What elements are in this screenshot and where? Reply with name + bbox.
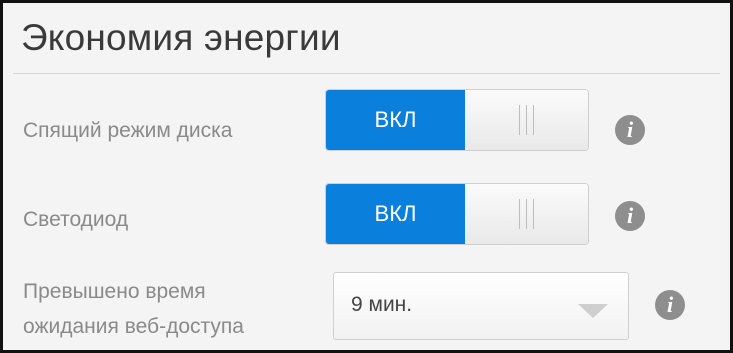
info-icon[interactable]: i bbox=[615, 115, 645, 145]
disk-sleep-label: Спящий режим диска bbox=[23, 119, 233, 142]
web-timeout-select[interactable]: 9 мин. bbox=[333, 272, 629, 340]
info-icon[interactable]: i bbox=[655, 290, 685, 320]
selected-value: 9 мин. bbox=[351, 293, 413, 316]
toggle-on-state[interactable]: ВКЛ bbox=[326, 90, 465, 150]
grip-lines-icon[interactable] bbox=[465, 90, 588, 150]
led-label: Светодиод bbox=[23, 208, 129, 231]
toggle-on-state[interactable]: ВКЛ bbox=[326, 184, 465, 244]
info-icon[interactable]: i bbox=[615, 201, 645, 231]
web-timeout-label-line2: ожидания веб-доступа bbox=[23, 315, 244, 338]
web-timeout-label-line1: Превышено время bbox=[23, 280, 206, 303]
disk-sleep-toggle[interactable]: ВКЛ bbox=[325, 89, 589, 151]
grip-lines-icon[interactable] bbox=[465, 184, 588, 244]
chevron-down-icon[interactable] bbox=[578, 304, 608, 318]
energy-saving-panel: Экономия энергии Спящий режим диска ВКЛ … bbox=[0, 0, 733, 353]
title-divider bbox=[13, 73, 720, 74]
section-title: Экономия энергии bbox=[21, 17, 341, 58]
led-toggle[interactable]: ВКЛ bbox=[325, 183, 589, 245]
